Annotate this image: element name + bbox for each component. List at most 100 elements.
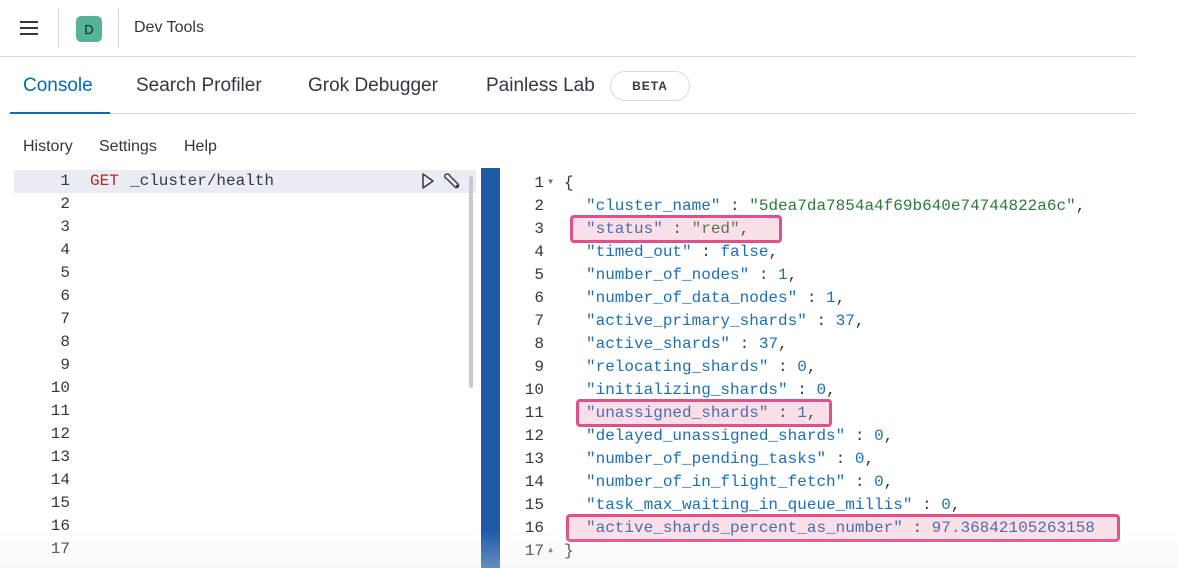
json-field: "task_max_waiting_in_queue_millis" : 0, (586, 496, 960, 514)
fold-toggle-icon[interactable]: ▾ (547, 174, 554, 189)
request-path: _cluster/health (130, 172, 275, 190)
wrench-icon[interactable] (441, 171, 463, 191)
json-key: "delayed_unassigned_shards" (586, 427, 846, 445)
request-line[interactable]: 8 (14, 331, 476, 354)
json-field: "timed_out" : false, (586, 243, 778, 261)
json-value: "5dea7da7854a4f69b640e74744822a6c" (749, 197, 1076, 215)
json-key: "initializing_shards" (586, 381, 788, 399)
history-link[interactable]: History (23, 138, 73, 156)
json-comma: , (950, 496, 961, 514)
request-line[interactable]: 1 GET _cluster/health (14, 170, 476, 193)
header-divider (58, 8, 59, 48)
settings-link[interactable]: Settings (99, 138, 157, 156)
json-separator: : (720, 197, 750, 215)
help-link[interactable]: Help (184, 138, 217, 156)
request-line[interactable]: 5 (14, 262, 476, 285)
json-field: "delayed_unassigned_shards" : 0, (586, 427, 893, 445)
header-divider (118, 8, 119, 48)
space-avatar[interactable]: D (76, 16, 102, 42)
request-line[interactable]: 4 (14, 239, 476, 262)
json-key: "active_primary_shards" (586, 312, 807, 330)
json-separator: : (845, 427, 875, 445)
request-editor-scrollbar[interactable] (469, 176, 473, 388)
line-number: 4 (60, 241, 70, 259)
line-number: 12 (50, 425, 70, 443)
line-number: 16 (50, 517, 70, 535)
line-number: 8 (60, 333, 70, 351)
line-number: 10 (524, 381, 544, 399)
line-number: 3 (534, 220, 544, 238)
json-value: 1 (826, 289, 836, 307)
json-separator: : (749, 266, 779, 284)
json-value: 37 (835, 312, 855, 330)
request-line[interactable]: 7 (14, 308, 476, 331)
line-number: 12 (524, 427, 544, 445)
line-number: 7 (534, 312, 544, 330)
response-line: 13 "number_of_pending_tasks" : 0, (500, 448, 1178, 471)
json-close-brace: } (564, 542, 574, 560)
tab-painless-lab[interactable]: Painless Lab (486, 75, 595, 97)
json-comma: , (864, 450, 875, 468)
json-key: "active_shards" (586, 335, 731, 353)
hamburger-menu-icon[interactable] (20, 18, 42, 38)
json-field: "active_shards" : 37, (586, 335, 788, 353)
response-line: 5 "number_of_nodes" : 1, (500, 264, 1178, 287)
json-key: "number_of_in_flight_fetch" (586, 473, 846, 491)
line-number: 2 (60, 195, 70, 213)
tab-grok-debugger[interactable]: Grok Debugger (308, 75, 438, 97)
fold-toggle-icon[interactable]: ▴ (547, 542, 554, 557)
json-comma: , (883, 427, 894, 445)
line-number: 1 (534, 174, 544, 192)
request-method: GET (90, 172, 119, 190)
line-number: 11 (50, 402, 70, 420)
request-line[interactable]: 6 (14, 285, 476, 308)
request-line[interactable]: 3 (14, 216, 476, 239)
request-line[interactable]: 15 (14, 492, 476, 515)
tab-search-profiler[interactable]: Search Profiler (136, 75, 262, 97)
request-line[interactable]: 14 (14, 469, 476, 492)
play-icon[interactable] (420, 172, 436, 190)
json-field: "relocating_shards" : 0, (586, 358, 816, 376)
response-line: 6 "number_of_data_nodes" : 1, (500, 287, 1178, 310)
line-number: 3 (60, 218, 70, 236)
json-open-brace: { (564, 174, 574, 192)
json-separator: : (845, 473, 875, 491)
request-line[interactable]: 13 (14, 446, 476, 469)
line-number: 6 (60, 287, 70, 305)
line-number: 14 (50, 471, 70, 489)
json-comma: , (883, 473, 894, 491)
request-line[interactable]: 11 (14, 400, 476, 423)
response-viewer: 1 ▾{2 "cluster_name" : "5dea7da7854a4f69b6… (500, 168, 1178, 568)
line-number: 16 (524, 519, 544, 537)
line-number: 15 (50, 494, 70, 512)
line-number: 15 (524, 496, 544, 514)
json-comma: , (1075, 197, 1086, 215)
json-key: "cluster_name" (586, 197, 721, 215)
request-line[interactable]: 17 (14, 538, 476, 561)
panel-resizer[interactable] (481, 168, 500, 568)
line-number: 10 (50, 379, 70, 397)
json-key: "number_of_nodes" (586, 266, 750, 284)
request-line[interactable]: 16 (14, 515, 476, 538)
json-field: "active_primary_shards" : 37, (586, 312, 864, 330)
request-line[interactable]: 10 (14, 377, 476, 400)
json-key: "task_max_waiting_in_queue_millis" (586, 496, 913, 514)
line-number: 9 (60, 356, 70, 374)
json-key: "number_of_pending_tasks" (586, 450, 827, 468)
json-field: "number_of_in_flight_fetch" : 0, (586, 473, 893, 491)
request-line[interactable]: 9 (14, 354, 476, 377)
highlight-box (570, 215, 782, 243)
request-line[interactable]: 2 (14, 193, 476, 216)
highlight-box (566, 514, 1120, 542)
tab-console[interactable]: Console (23, 75, 93, 97)
response-line: 1 ▾ { (500, 172, 1178, 195)
json-separator: : (912, 496, 942, 514)
line-number: 11 (524, 404, 544, 422)
json-value: 0 (874, 473, 884, 491)
json-value: false (720, 243, 769, 261)
request-line[interactable]: 12 (14, 423, 476, 446)
response-line: 8 "active_shards" : 37, (500, 333, 1178, 356)
breadcrumb-dev-tools[interactable]: Dev Tools (134, 19, 204, 37)
active-tab-indicator (10, 112, 110, 114)
json-field: "number_of_data_nodes" : 1, (586, 289, 845, 307)
